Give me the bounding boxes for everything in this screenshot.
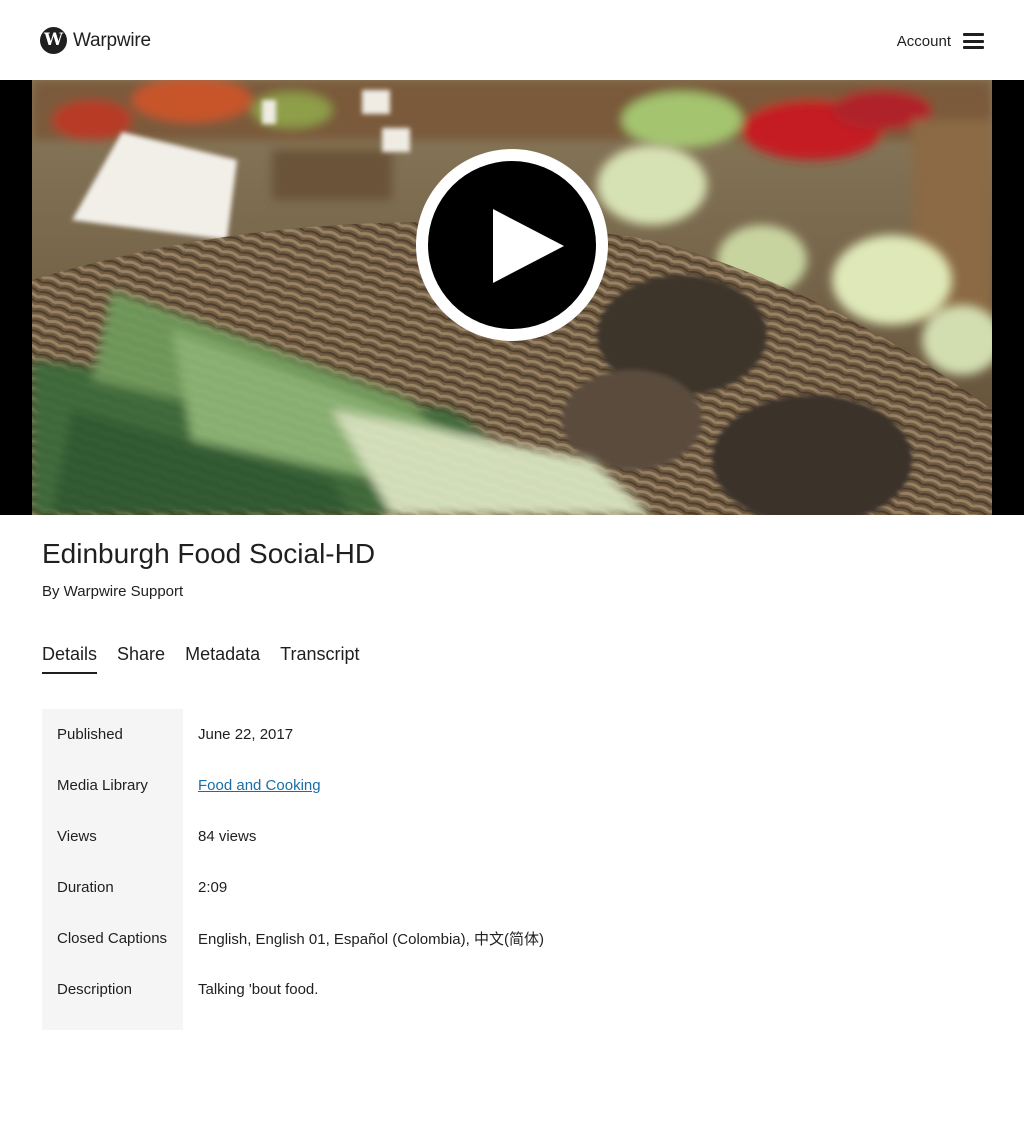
tab-share[interactable]: Share (117, 641, 165, 674)
published-date: June 22, 2017 (198, 726, 294, 743)
video-tabs: Details Share Metadata Transcript (42, 641, 380, 675)
details-table: Published June 22, 2017 Media Library Fo… (42, 709, 742, 1030)
media-library-link[interactable]: Food and Cooking (198, 777, 321, 794)
account-label: Account (896, 32, 951, 50)
hamburger-menu-icon[interactable] (963, 33, 984, 49)
detail-row-published: Published June 22, 2017 (42, 709, 742, 760)
detail-row-duration: Duration 2:09 (42, 862, 742, 913)
warpwire-logo-icon: W (40, 27, 67, 54)
video-byline: By Warpwire Support (42, 583, 184, 600)
detail-row-description: Description Talking 'bout food. (42, 964, 742, 1015)
detail-label: Description (57, 981, 133, 998)
warpwire-logo[interactable]: W Warpwire (40, 27, 151, 54)
site-header: W Warpwire Account (0, 0, 1024, 80)
closed-captions-languages: English, English 01, Español (Colombia),… (198, 931, 544, 948)
tab-details[interactable]: Details (42, 641, 98, 674)
detail-row-views: Views 84 views (42, 811, 742, 862)
tab-transcript[interactable]: Transcript (280, 641, 359, 674)
play-icon (493, 209, 564, 283)
detail-label: Closed Captions (57, 930, 168, 947)
detail-label: Duration (57, 879, 114, 896)
detail-row-media-library: Media Library Food and Cooking (42, 760, 742, 811)
duration-value: 2:09 (198, 879, 228, 896)
detail-label: Media Library (57, 777, 148, 794)
description-text: Talking 'bout food. (198, 981, 319, 998)
view-count: 84 views (198, 828, 257, 845)
play-button[interactable] (416, 149, 608, 341)
tab-metadata[interactable]: Metadata (185, 641, 260, 674)
video-player[interactable] (0, 80, 1024, 515)
detail-row-closed-captions: Closed Captions English, English 01, Esp… (42, 913, 742, 964)
brand-name: Warpwire (73, 29, 151, 51)
video-title: Edinburgh Food Social-HD (42, 538, 376, 569)
detail-label: Published (57, 726, 123, 743)
detail-label: Views (57, 828, 97, 845)
account-menu-button[interactable]: Account (897, 29, 984, 53)
